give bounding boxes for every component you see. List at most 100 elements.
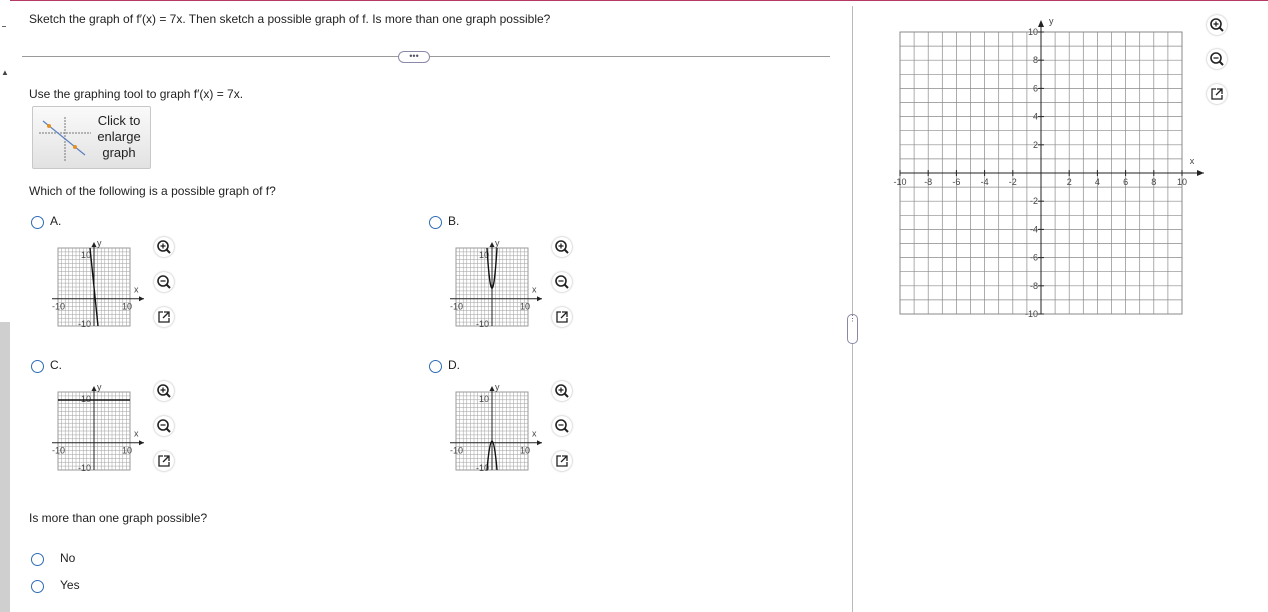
more-prompt: Is more than one graph possible? [29,511,208,525]
popout-button-a[interactable] [154,307,174,327]
main-zoom-in-button[interactable] [1207,15,1227,35]
zoom-in-button-d[interactable] [552,381,572,401]
mini-ymax-label: 10 [81,250,91,260]
mini-x-arrow [139,296,144,302]
radio-option-c[interactable] [31,360,44,373]
enlarge-graph-button[interactable]: Click to enlarge graph [32,106,151,169]
main-graph[interactable]: -10 -8 -6 -4 -2 2 4 6 8 10 10 8 6 4 2 -2 -4 -6 -8 -10 x y [890,14,1206,324]
zoom-in-icon [555,240,569,254]
popout-button-c[interactable] [154,451,174,471]
main-x-tick-label: -6 [952,177,960,187]
main-x-tick-label: -8 [924,177,932,187]
zoom-out-icon [1210,52,1224,66]
zoom-out-button-c[interactable] [154,416,174,436]
mini-y-label: y [97,382,102,392]
popout-button-d[interactable] [552,451,572,471]
question-prompt: Sketch the graph of f′(x) = 7x. Then ske… [29,12,551,26]
lens-handle [563,427,569,433]
lens-handle [563,283,569,289]
enlarge-line-2: enlarge [97,129,141,144]
main-x-tick-label: 2 [1067,177,1072,187]
lens-handle [165,283,171,289]
mini-xmin-label: -10 [52,446,65,456]
lens-handle [563,392,569,398]
mini-graph-b[interactable]: 10-10-10 10xy [446,236,550,332]
main-y-tick-label: -2 [1030,196,1038,206]
mini-x-arrow [537,440,542,446]
radio-option-b[interactable] [429,216,442,229]
which-prompt: Which of the following is a possible gra… [29,184,276,198]
main-x-tick-label: -4 [981,177,989,187]
main-x-tick-label: 6 [1123,177,1128,187]
main-y-label: y [1049,16,1054,26]
popout-arrow [560,455,568,463]
mini-graph-c[interactable]: 10-10-10 10xy [48,380,152,476]
main-y-tick-label: -6 [1030,253,1038,263]
option-a-label: A. [50,214,62,228]
mini-x-arrow [139,440,144,446]
mini-graph-a[interactable]: 10-10-10 10xy [48,236,152,332]
lens-handle [165,392,171,398]
yes-label: Yes [60,578,80,592]
main-y-tick-label: -10 [1025,309,1038,319]
mini-y-label: y [97,238,102,248]
mini-ymax-label: 10 [479,394,489,404]
popout-arrow [162,311,170,319]
zoom-out-icon [555,419,569,433]
pane-splitter[interactable] [852,6,853,612]
mini-xmin-label: -10 [450,302,463,312]
popout-icon [158,455,170,467]
zoom-out-button-d[interactable] [552,416,572,436]
enlarge-label: Click to enlarge graph [91,113,147,161]
enlarge-line-1: Click to [97,113,141,128]
zoom-in-button-a[interactable] [154,237,174,257]
main-y-arrow [1038,20,1044,27]
radio-option-a[interactable] [31,216,44,229]
mini-ymin-label: -10 [476,319,489,329]
lens-handle [165,248,171,254]
mini-x-label: x [532,429,537,439]
radio-yes[interactable] [31,580,44,593]
popout-arrow [1215,88,1223,96]
expand-button[interactable]: ••• [398,51,430,63]
mini-xmin-label: -10 [450,446,463,456]
mini-y-arrow [91,386,97,391]
popout-icon [1211,88,1223,100]
zoom-in-icon [157,240,171,254]
main-y-tick-label: 6 [1033,83,1038,93]
main-x-tick-label: -2 [1009,177,1017,187]
scroll-up-arrow-icon[interactable]: ▲ [1,68,9,77]
mini-xmin-label: -10 [52,302,65,312]
left-scrollbar[interactable]: ▲ [0,0,10,612]
popout-button-b[interactable] [552,307,572,327]
no-label: No [60,551,76,565]
mini-y-label: y [495,382,500,392]
main-y-tick-label: -4 [1030,224,1038,234]
zoom-out-button-b[interactable] [552,272,572,292]
main-y-tick-label: -8 [1030,281,1038,291]
mini-xmax-label: 10 [122,302,132,312]
main-zoom-out-button[interactable] [1207,49,1227,69]
main-y-tick-label: 8 [1033,55,1038,65]
zoom-out-icon [157,275,171,289]
zoom-out-button-a[interactable] [154,272,174,292]
zoom-in-button-c[interactable] [154,381,174,401]
main-x-arrow [1197,170,1204,176]
scrollbar-thumb[interactable] [0,322,10,612]
zoom-in-icon [1210,18,1224,32]
main-popout-button[interactable] [1207,84,1227,104]
zoom-in-button-b[interactable] [552,237,572,257]
option-d-label: D. [448,358,460,372]
zoom-out-icon [157,419,171,433]
mini-x-label: x [134,285,139,295]
zoom-in-icon [555,384,569,398]
splitter-handle[interactable]: ⋮ [847,314,858,344]
radio-no[interactable] [31,553,44,566]
divider-mark [2,26,6,27]
mini-y-label: y [495,238,500,248]
radio-option-d[interactable] [429,360,442,373]
main-x-label: x [1190,156,1195,166]
main-x-tick-label: -10 [893,177,906,187]
mini-graph-d[interactable]: 10-10-10 10xy [446,380,550,476]
zoom-out-icon [555,275,569,289]
